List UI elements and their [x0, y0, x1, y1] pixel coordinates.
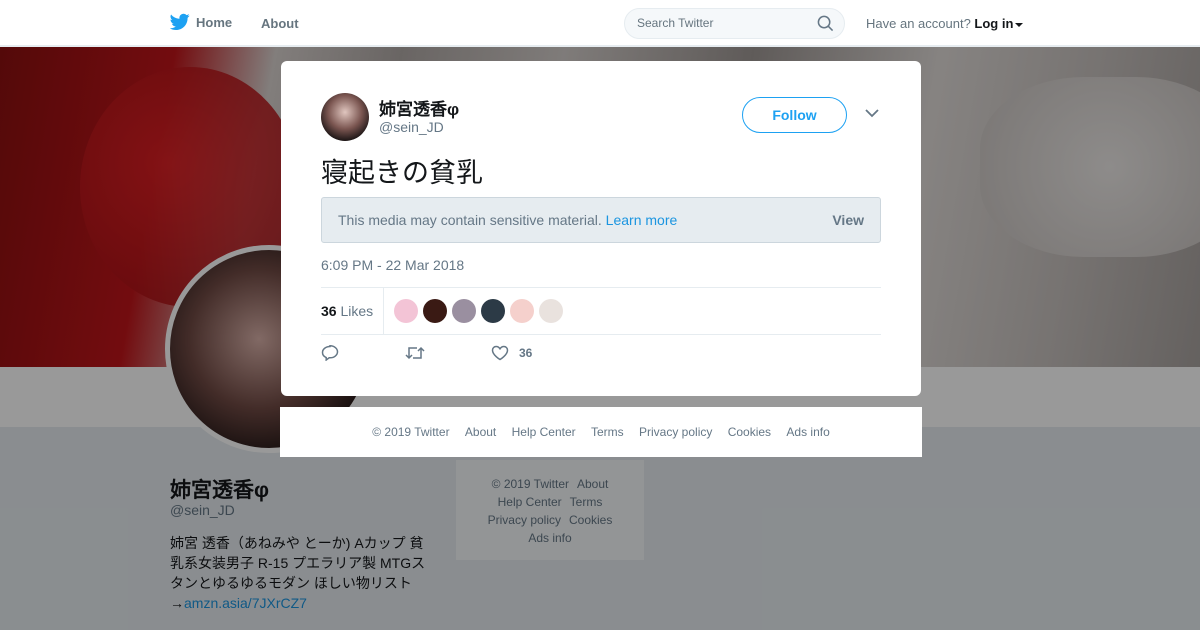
view-media-button[interactable]: View	[832, 212, 864, 228]
like-count: 36	[519, 346, 533, 360]
liker-avatar[interactable]	[452, 299, 476, 323]
follow-button[interactable]: Follow	[742, 97, 847, 133]
liker-avatar[interactable]	[394, 299, 418, 323]
like-button[interactable]: 36	[491, 345, 532, 361]
heart-icon	[491, 345, 509, 361]
nav-home-link[interactable]: Home	[170, 13, 232, 31]
tweet-stats: 36 Likes	[321, 287, 881, 335]
footer-ads-link[interactable]: Ads info	[786, 425, 829, 439]
search-input[interactable]: Search Twitter	[624, 8, 845, 39]
footer-copyright: © 2019 Twitter	[372, 425, 450, 439]
account-prompt: Have an account?	[866, 16, 971, 31]
tweet-author-handle[interactable]: @sein_JD	[379, 119, 444, 135]
tweet-timestamp[interactable]: 6:09 PM - 22 Mar 2018	[321, 257, 464, 273]
learn-more-link[interactable]: Learn more	[606, 212, 678, 228]
modal-footer: © 2019 Twitter About Help Center Terms P…	[280, 407, 922, 457]
footer-terms-link[interactable]: Terms	[591, 425, 624, 439]
likes-label: Likes	[340, 303, 374, 319]
caret-down-icon	[1015, 22, 1024, 27]
retweet-icon	[405, 346, 425, 360]
liker-avatar[interactable]	[481, 299, 505, 323]
close-icon[interactable]	[1156, 14, 1176, 34]
liker-avatar[interactable]	[423, 299, 447, 323]
chevron-down-icon[interactable]	[865, 109, 879, 118]
retweet-button[interactable]	[405, 345, 435, 361]
top-nav-bar: Home About Search Twitter Have an accoun…	[0, 0, 1200, 46]
nav-about-link[interactable]: About	[261, 16, 299, 31]
likers-avatars	[394, 299, 568, 323]
reply-button[interactable]	[321, 345, 349, 361]
twitter-bird-icon	[170, 13, 190, 31]
footer-cookies-link[interactable]: Cookies	[728, 425, 771, 439]
tweet-author-name[interactable]: 姉宮透香φ	[379, 95, 459, 120]
likes-count: 36	[321, 303, 337, 319]
sensitive-media-notice: This media may contain sensitive materia…	[321, 197, 881, 243]
liker-avatar[interactable]	[510, 299, 534, 323]
reply-icon	[321, 345, 339, 361]
nav-home-label: Home	[196, 14, 233, 30]
likes-count-link[interactable]: 36 Likes	[321, 288, 384, 334]
tweet-modal: 姉宮透香φ @sein_JD Follow 寝起きの貧乳 This media …	[281, 61, 921, 396]
account-menu[interactable]: Have an account? Log in	[866, 16, 1024, 31]
liker-avatar[interactable]	[539, 299, 563, 323]
footer-about-link[interactable]: About	[465, 425, 496, 439]
tweet-actions: 36	[321, 345, 588, 361]
login-link[interactable]: Log in	[974, 16, 1013, 31]
tweet-text: 寝起きの貧乳	[321, 158, 483, 189]
search-icon[interactable]	[817, 15, 834, 32]
search-placeholder: Search Twitter	[637, 16, 714, 30]
footer-privacy-link[interactable]: Privacy policy	[639, 425, 712, 439]
footer-help-link[interactable]: Help Center	[512, 425, 576, 439]
sensitive-message: This media may contain sensitive materia…	[338, 212, 602, 228]
tweet-author-avatar[interactable]	[321, 93, 369, 141]
